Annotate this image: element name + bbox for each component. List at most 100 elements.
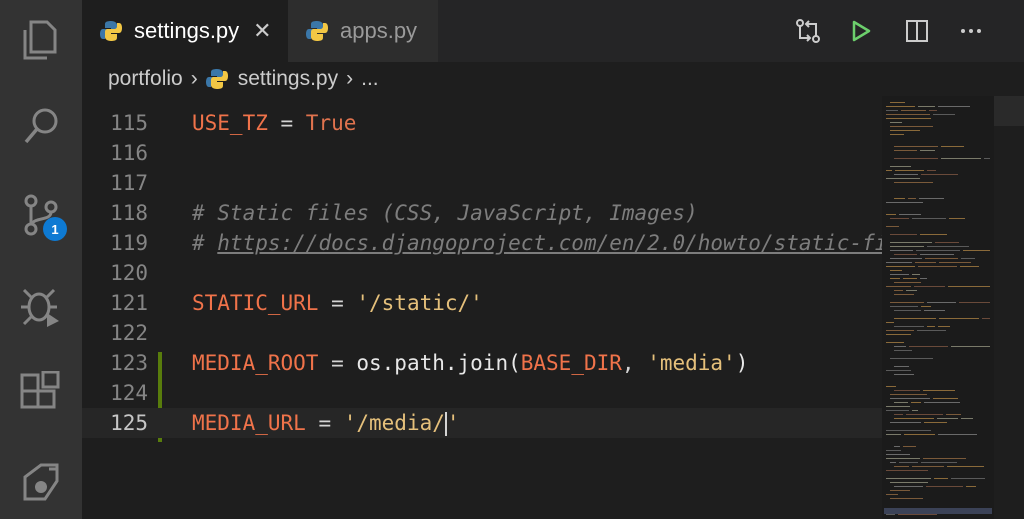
minimap-line [894, 174, 918, 175]
minimap-line [886, 478, 931, 479]
minimap-line [933, 398, 958, 399]
minimap-line [894, 486, 923, 487]
minimap-line [886, 110, 898, 111]
code-line: 118 # Static files (CSS, JavaScript, Ima… [82, 198, 882, 228]
minimap-line [894, 346, 906, 347]
minimap-line [890, 102, 905, 103]
minimap-line [886, 410, 909, 411]
breadcrumb-more[interactable]: ... [361, 67, 379, 91]
debug-button[interactable] [0, 270, 82, 340]
minimap-line [894, 326, 924, 327]
minimap-line [890, 242, 932, 243]
open-changes-button[interactable] [793, 16, 823, 46]
vertical-scrollbar[interactable] [994, 96, 1024, 519]
minimap-line [890, 278, 900, 279]
minimap-line [890, 394, 927, 395]
minimap-line [894, 254, 917, 255]
minimap[interactable] [882, 96, 994, 519]
minimap-line [890, 274, 909, 275]
minimap-line [890, 462, 896, 463]
minimap-line [886, 178, 920, 179]
extensions-button[interactable] [0, 358, 82, 428]
minimap-line [890, 218, 909, 219]
minimap-viewport [884, 508, 992, 514]
minimap-line [904, 434, 935, 435]
code-line: 117 [82, 168, 882, 198]
minimap-line [886, 434, 901, 435]
minimap-line [938, 326, 950, 327]
minimap-line [894, 418, 934, 419]
line-number: 118 [110, 201, 148, 225]
code-comment: # [192, 231, 218, 255]
code-line-current: 125 MEDIA_URL = '/media/' [82, 408, 882, 438]
minimap-line [920, 234, 947, 235]
minimap-line [886, 386, 896, 387]
run-icon [852, 20, 871, 42]
minimap-line [918, 106, 935, 107]
activity-bar: 1 [0, 0, 82, 519]
minimap-line [894, 366, 909, 367]
code-link[interactable]: https://docs.djangoproject.com/en/2.0/ho… [217, 231, 882, 255]
minimap-line [894, 390, 920, 391]
minimap-line [890, 130, 920, 131]
code-line: 121 STATIC_URL = '/static/' [82, 288, 882, 318]
line-number: 116 [110, 141, 148, 165]
tab-apps-py[interactable]: apps.py [288, 0, 438, 62]
minimap-line [890, 422, 921, 423]
tab-label: apps.py [340, 18, 418, 43]
minimap-line [894, 290, 903, 291]
minimap-line [894, 466, 909, 467]
tab-bar: settings.py ✕ apps.py [82, 0, 1024, 62]
close-icon[interactable]: ✕ [253, 18, 271, 44]
explorer-button[interactable] [0, 5, 82, 75]
line-number: 125 [110, 411, 148, 435]
minimap-line [886, 458, 920, 459]
code-line: 119 # https://docs.djangoproject.com/en/… [82, 228, 882, 258]
minimap-line [921, 462, 957, 463]
minimap-line [924, 310, 945, 311]
minimap-line [886, 226, 899, 227]
more-icon [961, 29, 981, 33]
code-token: = [318, 291, 357, 315]
search-button[interactable] [0, 92, 82, 162]
split-editor-button[interactable] [902, 16, 932, 46]
minimap-line [894, 182, 933, 183]
minimap-line [894, 446, 900, 447]
minimap-line [886, 118, 931, 119]
minimap-line [909, 346, 948, 347]
minimap-line [895, 170, 924, 171]
minimap-line [894, 282, 921, 283]
line-number: 119 [110, 231, 148, 255]
breadcrumb-folder[interactable]: portfolio [108, 67, 183, 91]
minimap-line [894, 414, 903, 415]
minimap-line [890, 270, 902, 271]
code-line: 120 [82, 258, 882, 288]
code-line: 123 MEDIA_ROOT = os.path.join(BASE_DIR, … [82, 348, 882, 378]
more-actions-button[interactable] [956, 16, 986, 46]
minimap-line [961, 418, 973, 419]
remote-explorer-button[interactable] [0, 446, 82, 516]
breadcrumb: portfolio › settings.py › ... [82, 62, 1024, 96]
minimap-line [894, 150, 917, 151]
line-number: 121 [110, 291, 148, 315]
code-token: = [318, 351, 357, 375]
minimap-line [938, 106, 970, 107]
breadcrumb-file[interactable]: settings.py [238, 67, 338, 91]
minimap-line [890, 490, 910, 491]
minimap-line [961, 258, 975, 259]
minimap-line [941, 158, 981, 159]
minimap-line [894, 318, 936, 319]
scrollbar-thumb[interactable] [994, 96, 1024, 126]
tab-settings-py[interactable]: settings.py ✕ [82, 0, 288, 62]
minimap-line [886, 114, 930, 115]
chevron-right-icon: › [190, 67, 198, 90]
code-token: = [267, 111, 306, 135]
source-control-button[interactable] [0, 180, 82, 250]
extensions-icon [20, 371, 60, 409]
python-icon [306, 21, 328, 41]
run-button[interactable] [846, 16, 876, 46]
minimap-line [951, 478, 985, 479]
minimap-line [906, 290, 917, 291]
code-editor[interactable]: 115 USE_TZ = True 116 117 118 # Static f… [82, 96, 882, 519]
split-editor-icon [906, 20, 928, 42]
